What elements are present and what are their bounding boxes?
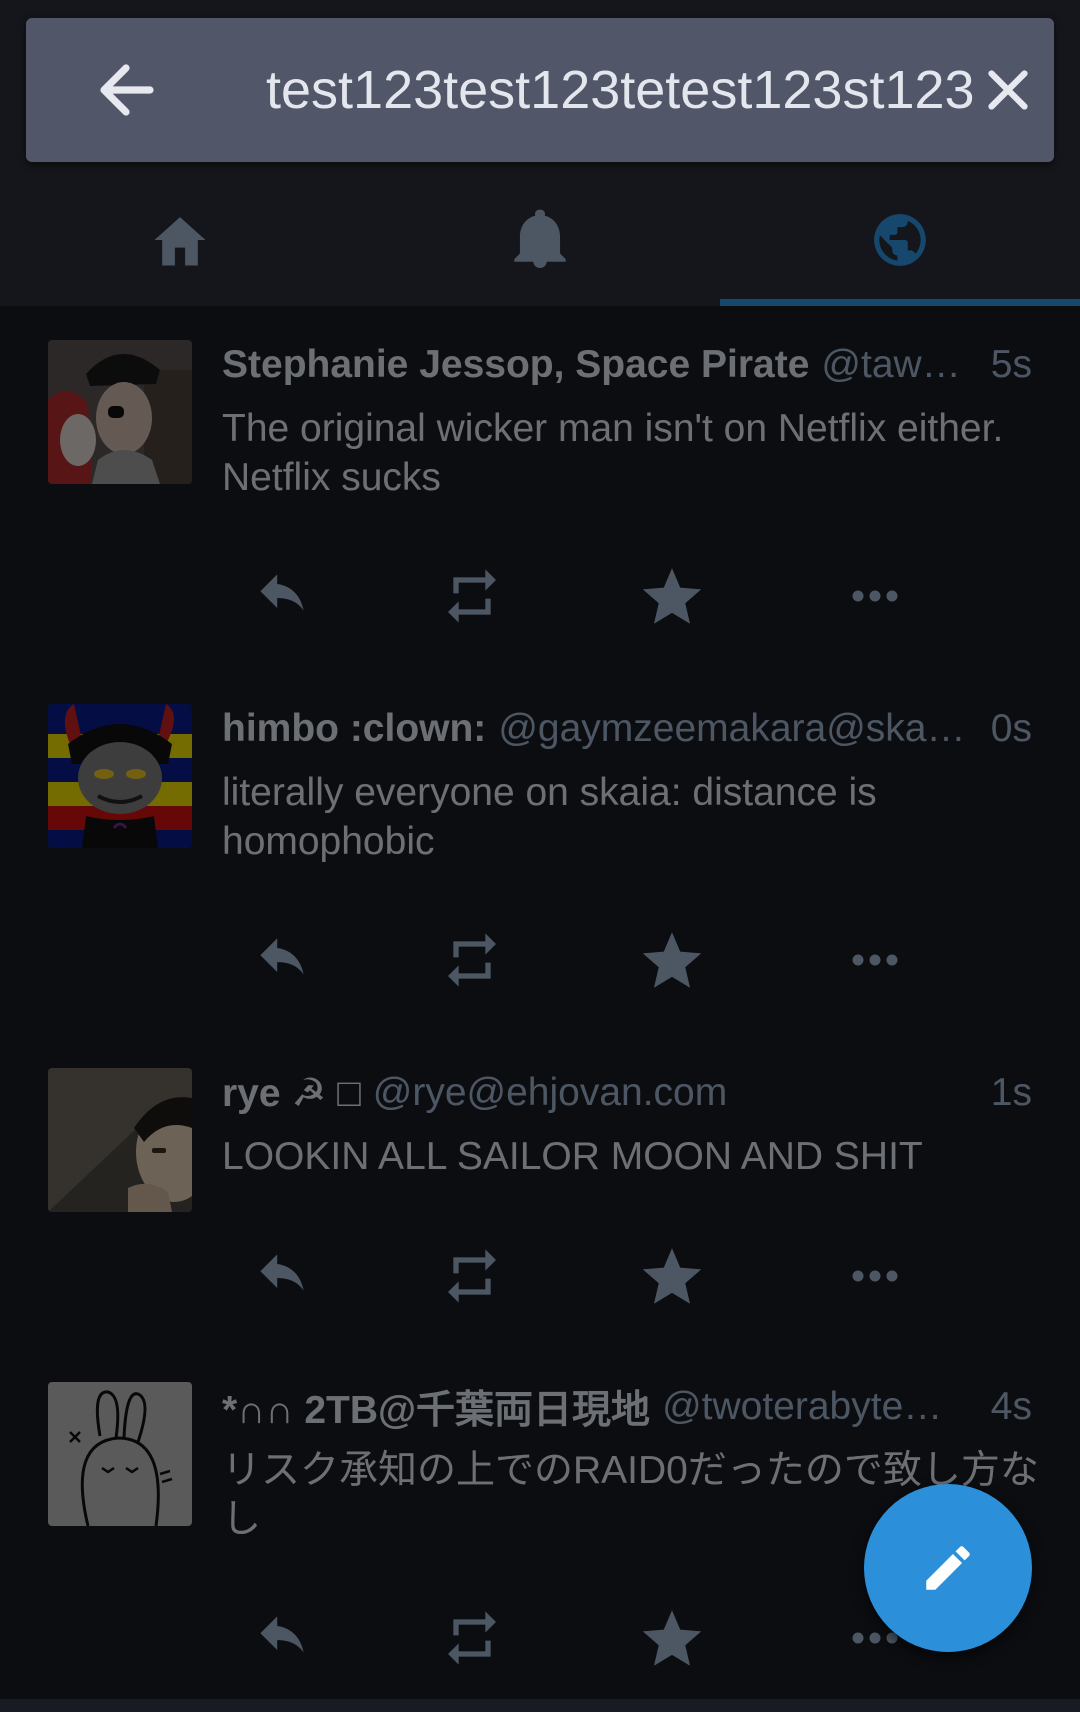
search-scrim[interactable] xyxy=(0,0,1080,1699)
pencil-icon xyxy=(926,1546,970,1590)
clear-search-button[interactable] xyxy=(960,42,1056,138)
search-input[interactable] xyxy=(242,40,1006,140)
close-icon xyxy=(988,70,1028,110)
compose-button[interactable] xyxy=(864,1484,1032,1652)
back-button[interactable] xyxy=(78,42,174,138)
arrow-left-icon xyxy=(100,64,154,116)
search-bar xyxy=(26,18,1054,162)
